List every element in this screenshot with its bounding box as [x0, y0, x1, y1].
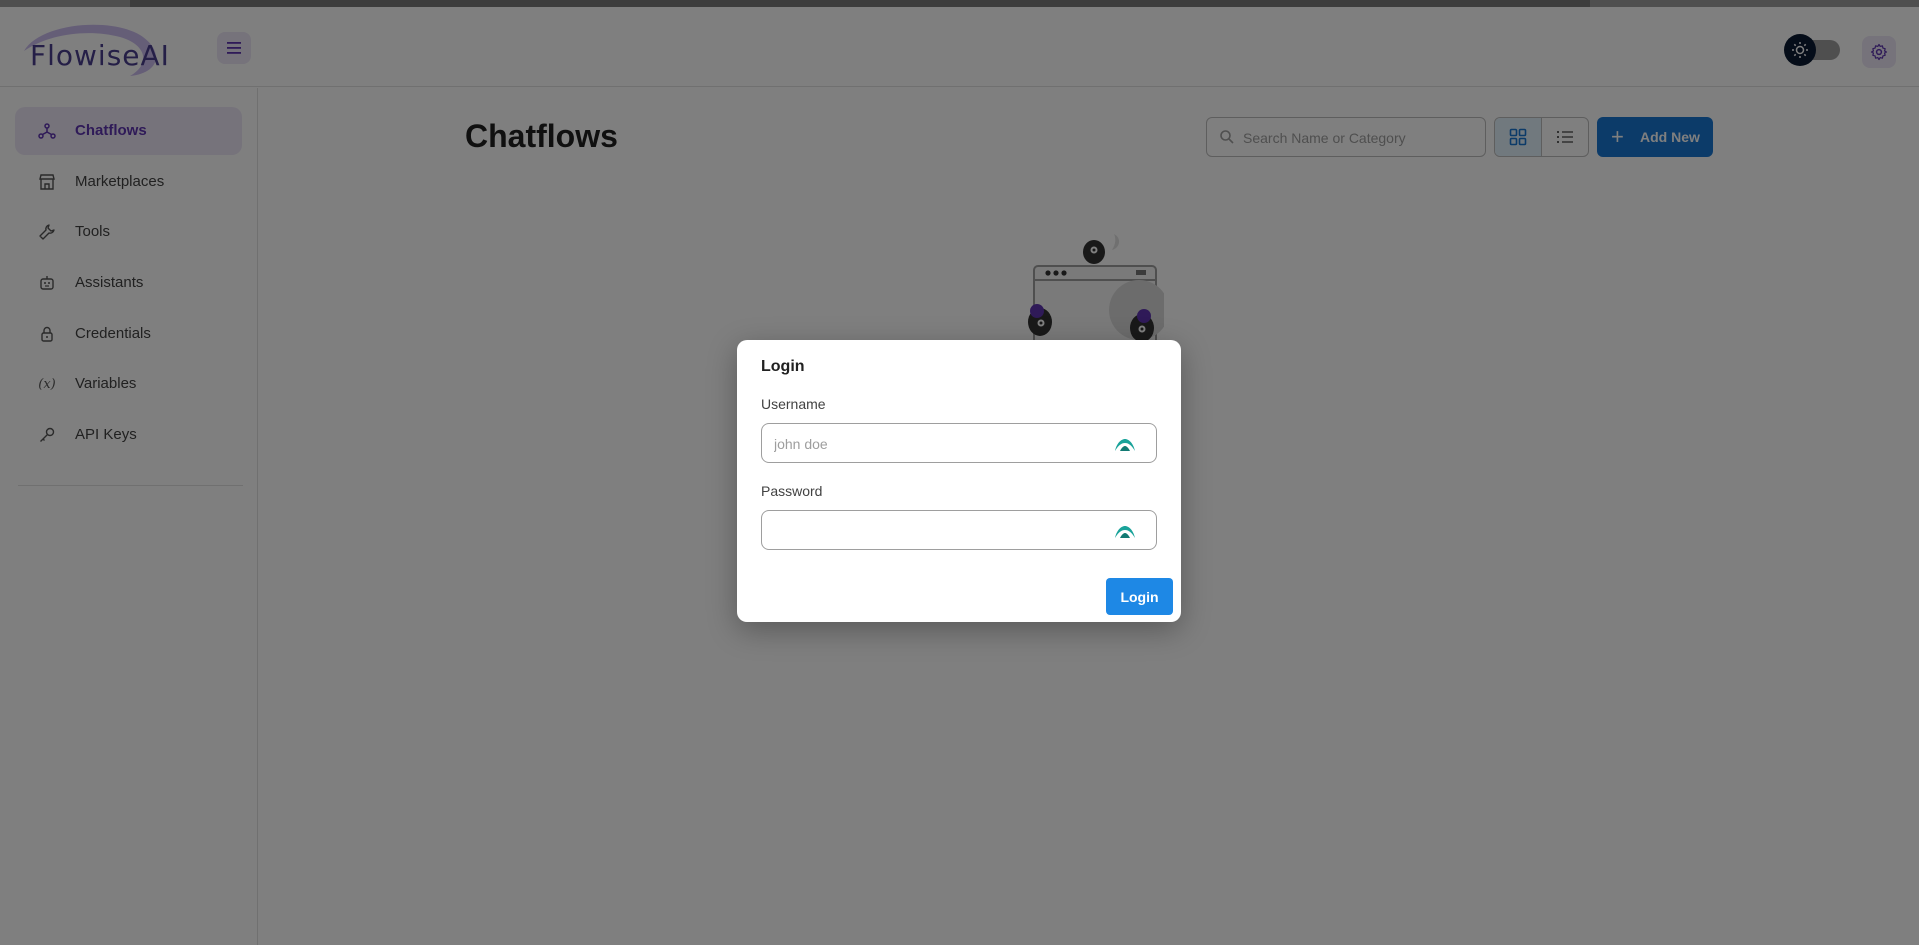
username-input[interactable] — [774, 433, 1104, 455]
password-label: Password — [761, 483, 823, 499]
dialog-title: Login — [761, 358, 805, 375]
username-field[interactable] — [761, 423, 1157, 463]
login-dialog: Login Username Password Login — [737, 340, 1181, 622]
password-manager-icon[interactable] — [1114, 438, 1136, 452]
username-label: Username — [761, 396, 826, 412]
password-manager-icon[interactable] — [1114, 525, 1136, 539]
password-field[interactable] — [761, 510, 1157, 550]
login-button[interactable]: Login — [1106, 578, 1173, 615]
password-input[interactable] — [774, 520, 1104, 542]
